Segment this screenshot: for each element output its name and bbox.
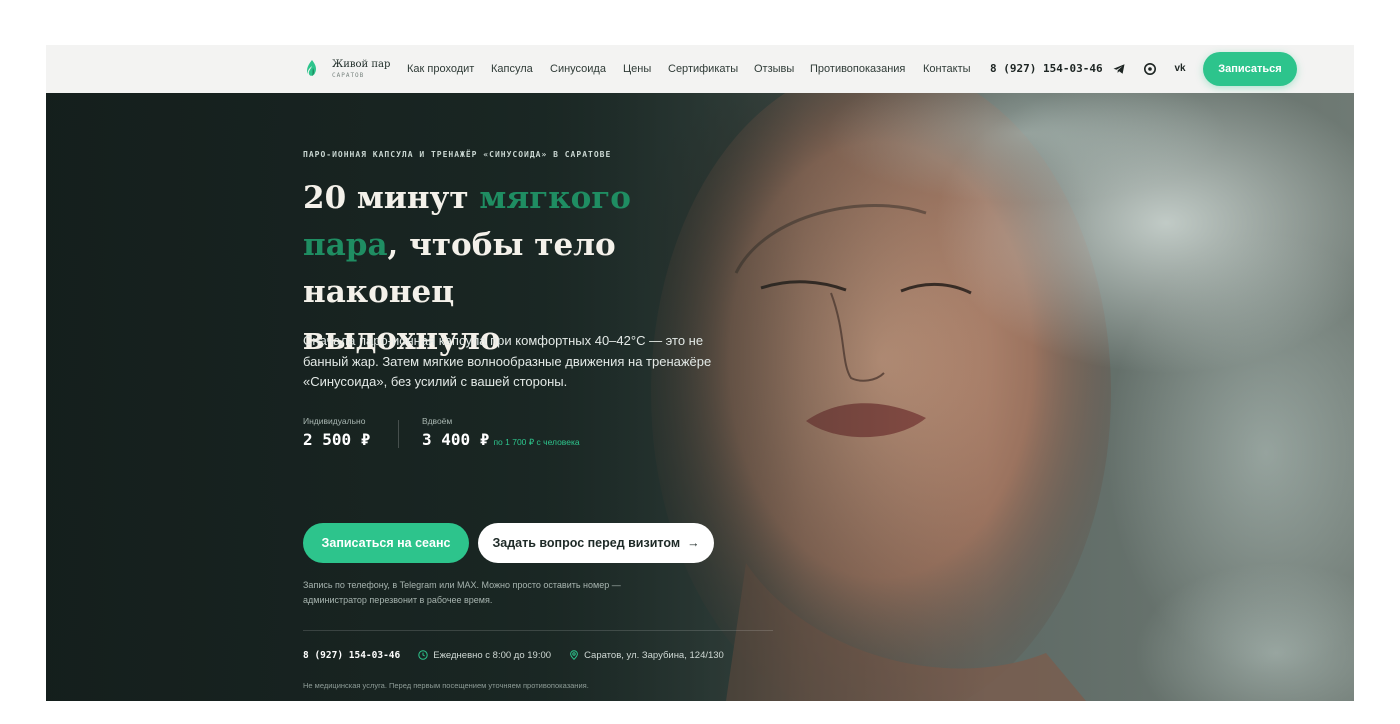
opening-hours: Ежедневно с 8:00 до 19:00	[418, 650, 551, 661]
vk-icon[interactable]: vk	[1173, 62, 1187, 76]
price-pair: Вдвоём 3 400 ₽ по 1 700 ₽ с человека	[422, 416, 580, 449]
nav-how-it-works[interactable]: Как проходит	[407, 63, 474, 76]
nav-contacts[interactable]: Контакты	[923, 63, 971, 76]
logo-city: САРАТОВ	[332, 71, 365, 79]
max-icon[interactable]	[1143, 62, 1157, 76]
price-divider	[398, 420, 399, 448]
clock-icon	[418, 650, 428, 660]
nav-certificates[interactable]: Сертификаты	[668, 63, 738, 76]
hero-lead: Сначала паро-ионная капсула при комфортн…	[303, 333, 712, 389]
site-header: Живой пар САРАТОВ Как проходит Капсула С…	[46, 45, 1354, 93]
ask-question-button[interactable]: Задать вопрос перед визитом →	[478, 523, 714, 563]
header-phone[interactable]: 8 (927) 154-03-46	[990, 62, 1103, 75]
price-individual: Индивидуально 2 500 ₽	[303, 416, 370, 449]
nav-sinusoid[interactable]: Синусоида	[550, 63, 606, 76]
headline-accent: пара	[303, 227, 388, 263]
nav-prices[interactable]: Цены	[623, 63, 651, 76]
book-session-button[interactable]: Записаться на сеанс	[303, 523, 469, 563]
nav-capsule[interactable]: Капсула	[491, 63, 533, 76]
logo[interactable]: Живой пар САРАТОВ	[304, 57, 390, 81]
price-label: Индивидуально	[303, 416, 366, 426]
hero-eyebrow: ПАРО-ИОННАЯ КАПСУЛА И ТРЕНАЖЁР «СИНУСОИД…	[303, 150, 612, 159]
telegram-icon[interactable]	[1112, 62, 1126, 76]
nav-contraindications[interactable]: Противопоказания	[810, 63, 905, 76]
page-frame: Живой пар САРАТОВ Как проходит Капсула С…	[46, 45, 1354, 701]
headline-accent: мягкого	[479, 180, 631, 216]
flame-logo-icon	[307, 60, 316, 76]
price-value: 2 500 ₽	[303, 430, 371, 449]
ask-question-label: Задать вопрос перед визитом	[492, 536, 681, 550]
header-signup-button[interactable]: Записаться	[1203, 52, 1297, 86]
price-label: Вдвоём	[422, 416, 453, 426]
nav-reviews[interactable]: Отзывы	[754, 63, 794, 76]
price-value: 3 400 ₽	[422, 430, 490, 449]
contact-note: Запись по телефону, в Telegram или MAX. …	[303, 580, 621, 605]
hero-section: ПАРО-ИОННАЯ КАПСУЛА И ТРЕНАЖЁР «СИНУСОИД…	[46, 93, 1354, 701]
info-row: 8 (927) 154-03-46 Ежедневно с 8:00 до 19…	[303, 649, 742, 661]
divider	[303, 630, 773, 631]
arrow-right-icon: →	[687, 536, 700, 550]
location-pin-icon	[570, 650, 578, 660]
price-note: по 1 700 ₽ с человека	[493, 437, 580, 447]
disclaimer: Не медицинская услуга. Перед первым посе…	[303, 681, 589, 690]
logo-name: Живой пар	[332, 58, 391, 70]
info-phone[interactable]: 8 (927) 154-03-46	[303, 650, 400, 661]
address[interactable]: Саратов, ул. Зарубина, 124/130	[569, 650, 724, 661]
